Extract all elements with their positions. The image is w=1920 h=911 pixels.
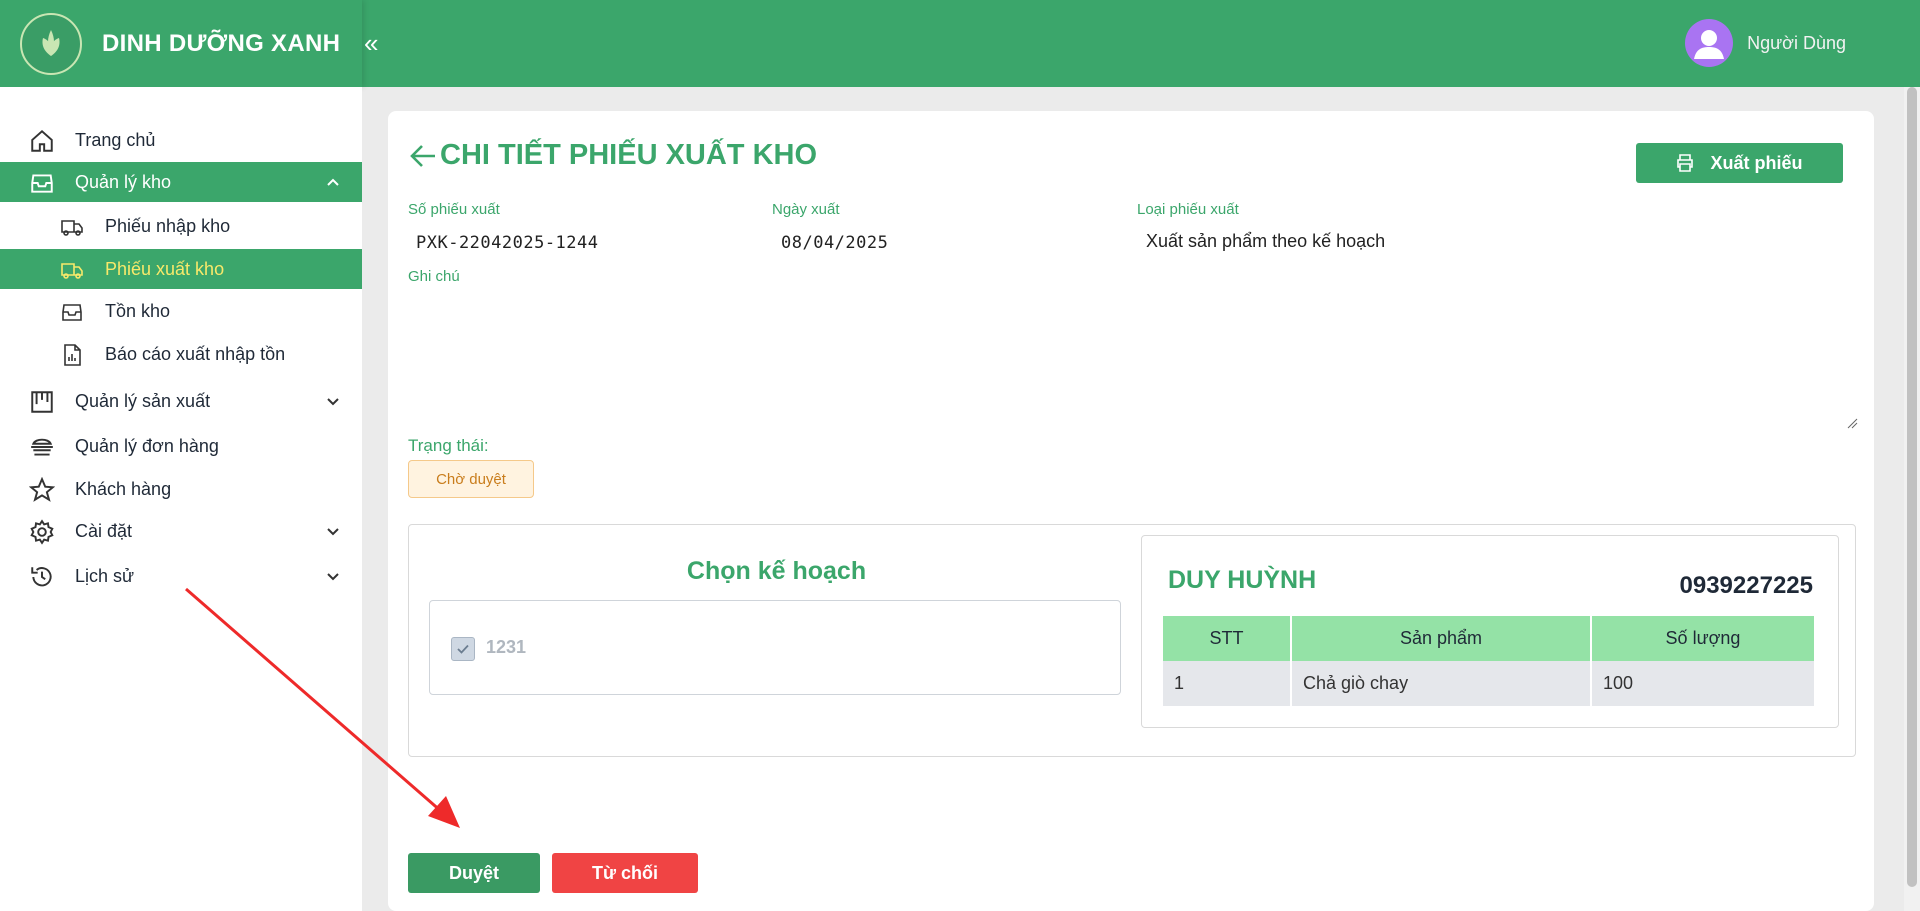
star-icon: [29, 477, 55, 502]
sidebar-item-label: Khách hàng: [75, 478, 172, 499]
table-cell: 100: [1591, 661, 1814, 706]
avatar[interactable]: [1685, 19, 1734, 67]
sidebar-item-report[interactable]: Báo cáo xuất nhập tồn: [0, 334, 362, 374]
inbox-icon: [31, 174, 53, 193]
factory-icon: [31, 391, 53, 413]
page-title: CHI TIẾT PHIẾU XUẤT KHO: [440, 139, 818, 171]
type-label: Loại phiếu xuất: [1137, 201, 1239, 218]
sidebar-item-production[interactable]: Quản lý sản xuất: [0, 381, 362, 421]
chevron-down-icon: [327, 398, 339, 406]
sidebar-item-import[interactable]: Phiếu nhập kho: [0, 206, 362, 246]
plan-checkbox[interactable]: [451, 637, 475, 661]
sidebar-item-history[interactable]: Lịch sử: [0, 556, 362, 596]
leaf-logo-icon: [20, 12, 82, 75]
status-badge: Chờ duyệt: [408, 460, 534, 498]
code-value: PXK-22042025-1244: [416, 233, 599, 253]
truck-icon: [61, 263, 83, 279]
code-label: Số phiếu xuất: [408, 201, 500, 218]
home-icon: [31, 129, 53, 152]
table-header-row: STT Sản phẩm Số lượng: [1163, 616, 1814, 661]
page-scrollbar[interactable]: [1904, 87, 1920, 911]
chevron-down-icon: [327, 573, 339, 581]
type-value: Xuất sản phẩm theo kế hoạch: [1146, 231, 1386, 251]
check-icon: [457, 644, 469, 654]
report-icon: [64, 344, 81, 366]
inbox-icon: [62, 304, 82, 321]
title-row: CHI TIẾT PHIẾU XUẤT KHO: [408, 139, 817, 172]
user-name[interactable]: Người Dùng: [1747, 33, 1846, 54]
scroll-thumb[interactable]: [1907, 87, 1917, 887]
plan-name: 1231: [486, 637, 527, 657]
sidebar-item-label: Báo cáo xuất nhập tồn: [105, 343, 286, 364]
customer-phone: 0939227225: [1679, 572, 1813, 599]
customer-box: DUY HUỲNH 0939227225 STT Sản phẩm Số lượ…: [1141, 535, 1839, 728]
brand: DINH DƯỠNG XANH: [0, 0, 362, 87]
sidebar-item-export[interactable]: Phiếu xuất kho: [0, 249, 362, 289]
sidebar-item-label: Lịch sử: [75, 565, 135, 586]
sidebar: Trang chủ Quản lý kho Phiếu nhập kho Phi…: [0, 87, 362, 911]
plan-list: 1231: [429, 600, 1121, 695]
chevron-down-icon: [327, 528, 339, 536]
sidebar-item-label: Trang chủ: [75, 129, 156, 150]
orders-icon: [31, 438, 53, 456]
status-label: Trạng thái:: [408, 436, 489, 455]
sidebar-item-label: Phiếu nhập kho: [105, 215, 231, 236]
sidebar-item-customers[interactable]: Khách hàng: [0, 469, 362, 509]
table-cell: 1: [1163, 661, 1292, 706]
date-label: Ngày xuất: [772, 201, 840, 218]
column-header: Sản phẩm: [1291, 616, 1592, 661]
plan-customer-section: Chọn kế hoạch 1231 DUY HUỲNH 0939227225 …: [408, 524, 1856, 757]
resize-grip-icon[interactable]: [1846, 417, 1858, 429]
sidebar-item-home[interactable]: Trang chủ: [0, 120, 362, 160]
column-header: Số lượng: [1591, 616, 1814, 661]
sidebar-item-warehouse[interactable]: Quản lý kho: [0, 162, 362, 202]
customer-name: DUY HUỲNH: [1168, 566, 1317, 594]
truck-icon: [61, 220, 83, 236]
detail-card: CHI TIẾT PHIẾU XUẤT KHO Xuất phiếu Số ph…: [388, 111, 1874, 911]
sidebar-item-settings[interactable]: Cài đặt: [0, 511, 362, 551]
sidebar-item-label: Cài đặt: [75, 520, 133, 541]
column-header: STT: [1163, 616, 1292, 661]
date-value: 08/04/2025: [781, 233, 889, 253]
sidebar-item-stock[interactable]: Tồn kho: [0, 291, 362, 331]
approve-button[interactable]: Duyệt: [408, 853, 540, 893]
chevron-up-icon: [327, 178, 339, 186]
sidebar-item-orders[interactable]: Quản lý đơn hàng: [0, 426, 362, 466]
plan-title: Chọn kế hoạch: [686, 557, 867, 585]
printer-icon: [1677, 154, 1694, 172]
user-menu[interactable]: Người Dùng: [1685, 19, 1846, 67]
export-button[interactable]: Xuất phiếu: [1636, 143, 1843, 183]
sidebar-item-label: Phiếu xuất kho: [105, 258, 225, 279]
top-header: DINH DƯỠNG XANH « Người Dùng: [0, 0, 1920, 87]
sidebar-item-label: Tồn kho: [105, 300, 171, 321]
arrow-left-icon[interactable]: [408, 141, 438, 171]
brand-name: DINH DƯỠNG XANH: [102, 29, 341, 57]
reject-button[interactable]: Từ chối: [552, 853, 698, 893]
sidebar-item-label: Quản lý sản xuất: [75, 390, 211, 411]
table-cell: Chả giò chay: [1291, 661, 1592, 706]
table-row: 1 Chả giò chay 100: [1163, 661, 1814, 706]
chevrons-left-icon[interactable]: «: [364, 30, 378, 56]
history-icon: [31, 567, 52, 587]
gear-icon: [30, 519, 54, 545]
sidebar-item-label: Quản lý kho: [75, 171, 172, 192]
items-table: STT Sản phẩm Số lượng 1 Chả giò chay 100: [1163, 616, 1814, 706]
note-field[interactable]: [408, 287, 1858, 437]
export-button-label: Xuất phiếu: [1710, 152, 1803, 173]
note-label: Ghi chú: [408, 268, 460, 285]
sidebar-item-label: Quản lý đơn hàng: [75, 435, 219, 456]
